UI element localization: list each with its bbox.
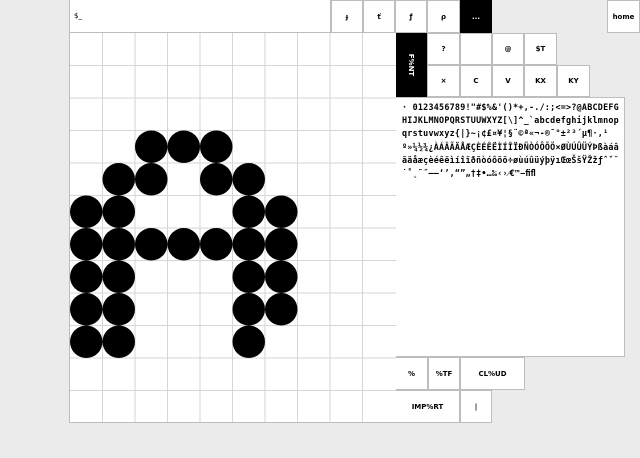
- otf-button[interactable]: %TF: [428, 357, 460, 390]
- pipe-label: |: [474, 402, 478, 411]
- question-button[interactable]: ?: [427, 33, 460, 65]
- kx-label: KX: [535, 77, 546, 85]
- p-icon: ρ: [440, 12, 446, 21]
- home-label: home: [612, 12, 635, 21]
- toolbar-icon-3[interactable]: ƒ: [395, 0, 427, 33]
- toolbar-icon-4[interactable]: ρ: [427, 0, 460, 33]
- t-icon: ť: [377, 12, 381, 21]
- pixel-dot[interactable]: [135, 163, 168, 196]
- pixel-dot[interactable]: [265, 195, 298, 229]
- more-button[interactable]: ...: [460, 0, 492, 33]
- pixel-dot[interactable]: [102, 260, 136, 294]
- pixel-dot[interactable]: [232, 260, 266, 294]
- home-button[interactable]: home: [607, 0, 640, 33]
- pixel-dot[interactable]: [70, 260, 103, 294]
- pixel-dot[interactable]: [232, 325, 266, 359]
- pixel-dot[interactable]: [167, 130, 201, 164]
- paste-label: V: [505, 77, 511, 85]
- copy-label: C: [473, 77, 479, 85]
- question-label: ?: [441, 45, 446, 53]
- pixel-dot[interactable]: [232, 293, 266, 326]
- ky-label: KY: [568, 77, 579, 85]
- pixel-dot[interactable]: [167, 228, 201, 261]
- command-input[interactable]: $_: [69, 0, 331, 33]
- pixel-dot[interactable]: [70, 293, 103, 326]
- ky-button[interactable]: KY: [557, 65, 590, 97]
- font-button[interactable]: F%NT: [395, 33, 427, 97]
- pixel-dot[interactable]: [265, 293, 298, 326]
- pixel-dot[interactable]: [70, 228, 103, 261]
- more-label: ...: [472, 12, 480, 21]
- paste-button[interactable]: V: [492, 65, 524, 97]
- pixel-dot[interactable]: [102, 163, 136, 196]
- glyph-editor-canvas[interactable]: [69, 33, 396, 423]
- close-icon: ×: [440, 77, 447, 85]
- font-label: F%NT: [407, 53, 415, 77]
- toolbar-icon-1[interactable]: ɟ: [331, 0, 363, 33]
- pixel-dot[interactable]: [232, 163, 266, 196]
- divider-button[interactable]: |: [460, 390, 492, 423]
- st-button[interactable]: $T: [524, 33, 557, 65]
- pixel-dot[interactable]: [102, 293, 136, 326]
- pixel-dot[interactable]: [265, 228, 298, 261]
- at-label: @: [504, 45, 512, 53]
- at-button[interactable]: @: [492, 33, 524, 65]
- pixel-dot[interactable]: [232, 195, 266, 229]
- kx-button[interactable]: KX: [524, 65, 557, 97]
- pixel-dot[interactable]: [135, 228, 168, 261]
- copy-button[interactable]: C: [460, 65, 492, 97]
- pixel-dot[interactable]: [200, 163, 233, 196]
- pixel-dot[interactable]: [102, 325, 136, 359]
- glyph-set-panel[interactable]: · 0123456789!"#$%&'()*+,-./:;<=>?@ABCDEF…: [395, 97, 625, 357]
- toolbar-icon-2[interactable]: ť: [363, 0, 395, 33]
- pixel-dot[interactable]: [102, 195, 136, 229]
- pixel-dot[interactable]: [200, 130, 233, 164]
- f-icon: ɟ: [345, 12, 349, 21]
- cloud-button[interactable]: CL%UD: [460, 357, 525, 390]
- pixel-dot[interactable]: [200, 228, 233, 261]
- pixel-dot[interactable]: [102, 228, 136, 261]
- pixel-dot[interactable]: [70, 195, 103, 229]
- otf-label: %TF: [435, 369, 453, 378]
- import-button[interactable]: IMP%RT: [395, 390, 460, 423]
- pixel-dot[interactable]: [70, 325, 103, 359]
- glyph-set-text[interactable]: · 0123456789!"#$%&'()*+,-./:;<=>?@ABCDEF…: [402, 101, 620, 180]
- pixel-dot[interactable]: [135, 130, 168, 164]
- cloud-label: CL%UD: [478, 369, 507, 378]
- st-label: $T: [535, 45, 546, 53]
- import-label: IMP%RT: [411, 402, 444, 411]
- side-panel-blank: [460, 33, 492, 65]
- percent-label: %: [407, 369, 415, 378]
- percent-button[interactable]: %: [395, 357, 428, 390]
- pixel-dot[interactable]: [265, 260, 298, 294]
- close-button[interactable]: ×: [427, 65, 460, 97]
- function-icon: ƒ: [409, 12, 413, 21]
- glyph-grid-svg[interactable]: [70, 33, 396, 423]
- pixel-dot[interactable]: [232, 228, 266, 261]
